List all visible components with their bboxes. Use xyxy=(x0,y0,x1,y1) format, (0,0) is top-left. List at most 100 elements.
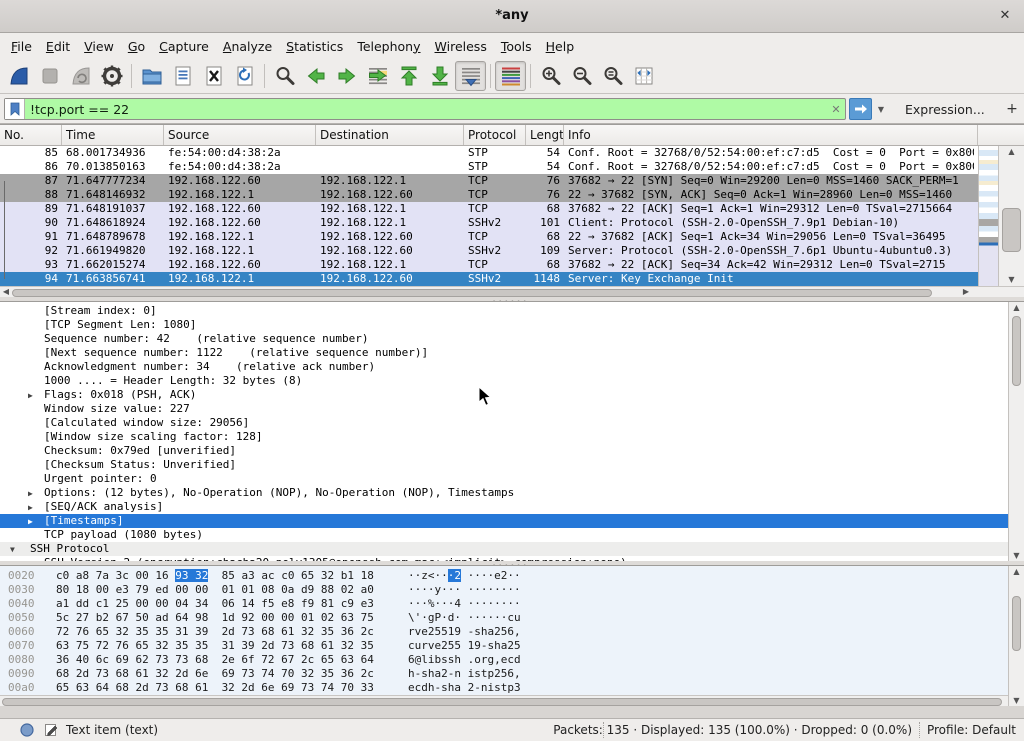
ascii-bytes[interactable]: \'·gP·d· ······cu xyxy=(408,611,521,625)
capture-comment-icon[interactable] xyxy=(44,723,58,740)
menu-telephony[interactable]: Telephony xyxy=(350,36,427,57)
packet-row[interactable]: 8568.001734936fe:54:00:d4:38:2aSTP54Conf… xyxy=(0,146,978,160)
ascii-bytes[interactable]: curve255 19-sha25 xyxy=(408,639,521,653)
menu-statistics[interactable]: Statistics xyxy=(279,36,350,57)
packet-row[interactable]: 9171.648789678192.168.122.1192.168.122.6… xyxy=(0,230,978,244)
detail-line[interactable]: Sequence number: 42 (relative sequence n… xyxy=(0,332,1008,346)
packet-row[interactable]: 8771.647777234192.168.122.60192.168.122.… xyxy=(0,174,978,188)
menu-tools[interactable]: Tools xyxy=(494,36,539,57)
start-capture-button[interactable] xyxy=(3,61,34,91)
go-to-packet-button[interactable] xyxy=(362,61,393,91)
column-header-destination[interactable]: Destination xyxy=(316,125,464,145)
hex-bytes[interactable]: a1 dd c1 25 00 00 04 34 06 14 f5 e8 f9 8… xyxy=(56,597,374,611)
hex-row[interactable]: 0020c0 a8 7a 3c 00 16 93 32 85 a3 ac c0 … xyxy=(0,569,1024,583)
ascii-bytes[interactable]: ecdh-sha 2-nistp3 xyxy=(408,681,521,695)
ascii-bytes[interactable]: ····y··· ········ xyxy=(408,583,521,597)
hex-row[interactable]: 003080 18 00 e3 79 ed 00 00 01 01 08 0a … xyxy=(0,583,1024,597)
bytes-vscrollbar[interactable]: ▲ ▼ xyxy=(1008,566,1024,706)
go-forward-button[interactable] xyxy=(331,61,362,91)
detail-line[interactable]: Checksum: 0x79ed [unverified] xyxy=(0,444,1008,458)
collapsed-arrow-icon[interactable]: ▶ xyxy=(28,487,33,501)
scroll-down-icon[interactable]: ▼ xyxy=(1009,695,1024,706)
filter-apply-button[interactable] xyxy=(849,98,872,120)
hex-bytes[interactable]: 68 2d 73 68 61 32 2d 6e 69 73 74 70 32 3… xyxy=(56,667,374,681)
packet-row[interactable]: 9471.663856741192.168.122.1192.168.122.6… xyxy=(0,272,978,286)
scrollbar-thumb[interactable] xyxy=(2,698,1002,706)
go-last-button[interactable] xyxy=(424,61,455,91)
menu-wireless[interactable]: Wireless xyxy=(428,36,494,57)
packet-row[interactable]: 9071.648618924192.168.122.60192.168.122.… xyxy=(0,216,978,230)
hex-bytes[interactable]: 63 75 72 76 65 32 35 35 31 39 2d 73 68 6… xyxy=(56,639,374,653)
capture-options-button[interactable] xyxy=(96,61,127,91)
menu-capture[interactable]: Capture xyxy=(152,36,216,57)
hex-row[interactable]: 007063 75 72 76 65 32 35 35 31 39 2d 73 … xyxy=(0,639,1024,653)
menu-file[interactable]: File xyxy=(4,36,39,57)
filter-bookmark-icon[interactable] xyxy=(5,99,25,119)
hex-bytes[interactable]: 65 63 64 68 2d 73 68 61 32 2d 6e 69 73 7… xyxy=(56,681,374,695)
expert-info-icon[interactable] xyxy=(20,723,34,740)
menu-analyze[interactable]: Analyze xyxy=(216,36,279,57)
go-first-button[interactable] xyxy=(393,61,424,91)
column-header-length[interactable]: Length xyxy=(526,125,564,145)
display-filter-input[interactable]: !tcp.port == 22 ✕ xyxy=(4,98,846,120)
hex-row[interactable]: 0040a1 dd c1 25 00 00 04 34 06 14 f5 e8 … xyxy=(0,597,1024,611)
stop-capture-button[interactable] xyxy=(34,61,65,91)
zoom-out-button[interactable] xyxy=(566,61,597,91)
collapsed-arrow-icon[interactable]: ▶ xyxy=(28,389,33,403)
packet-list-vscrollbar[interactable]: ▲ ▼ xyxy=(998,146,1024,286)
packet-row[interactable]: 9371.662015274192.168.122.60192.168.122.… xyxy=(0,258,978,272)
collapsed-arrow-icon[interactable]: ▶ xyxy=(28,501,33,515)
hex-bytes[interactable]: 72 76 65 32 35 35 31 39 2d 73 68 61 32 3… xyxy=(56,625,374,639)
column-header-no[interactable]: No. xyxy=(0,125,62,145)
hex-row[interactable]: 00505c 27 b2 67 50 ad 64 98 1d 92 00 00 … xyxy=(0,611,1024,625)
detail-line[interactable]: [Calculated window size: 29056] xyxy=(0,416,1008,430)
expression-button[interactable]: Expression... xyxy=(905,102,985,117)
detail-line[interactable]: ▶[SEQ/ACK analysis] xyxy=(0,500,1008,514)
detail-line[interactable]: ▶[Timestamps] xyxy=(0,514,1008,528)
ascii-bytes[interactable]: ··z<···2 ····e2·· xyxy=(408,569,521,583)
detail-line[interactable]: Window size value: 227 xyxy=(0,402,1008,416)
bytes-hscrollbar[interactable] xyxy=(0,695,1008,706)
detail-line[interactable]: ▶Options: (12 bytes), No-Operation (NOP)… xyxy=(0,486,1008,500)
packet-row[interactable]: 8871.648146932192.168.122.1192.168.122.6… xyxy=(0,188,978,202)
intelligent-scrollbar-minimap[interactable] xyxy=(978,146,998,286)
scrollbar-thumb[interactable] xyxy=(1012,316,1021,386)
detail-line[interactable]: ▶Flags: 0x018 (PSH, ACK) xyxy=(0,388,1008,402)
scroll-down-icon[interactable]: ▼ xyxy=(1009,550,1024,561)
hex-bytes[interactable]: 80 18 00 e3 79 ed 00 00 01 01 08 0a d9 8… xyxy=(56,583,374,597)
detail-line[interactable]: [Window size scaling factor: 128] xyxy=(0,430,1008,444)
expanded-arrow-icon[interactable]: ▼ xyxy=(10,543,15,557)
column-header-protocol[interactable]: Protocol xyxy=(464,125,526,145)
detail-line[interactable]: [Checksum Status: Unverified] xyxy=(0,458,1008,472)
menu-help[interactable]: Help xyxy=(539,36,582,57)
filter-clear-icon[interactable]: ✕ xyxy=(827,103,845,116)
menu-go[interactable]: Go xyxy=(121,36,152,57)
detail-line[interactable]: ▼SSH Protocol xyxy=(0,542,1008,556)
detail-line[interactable]: [Next sequence number: 1122 (relative se… xyxy=(0,346,1008,360)
restart-capture-button[interactable] xyxy=(65,61,96,91)
packet-row[interactable]: 9271.661949820192.168.122.1192.168.122.6… xyxy=(0,244,978,258)
colorize-button[interactable] xyxy=(495,61,526,91)
title-bar[interactable]: *any ✕ xyxy=(0,0,1024,33)
detail-line[interactable]: TCP payload (1080 bytes) xyxy=(0,528,1008,542)
resize-columns-button[interactable] xyxy=(628,61,659,91)
hex-row[interactable]: 009068 2d 73 68 61 32 2d 6e 69 73 74 70 … xyxy=(0,667,1024,681)
find-packet-button[interactable] xyxy=(269,61,300,91)
collapsed-arrow-icon[interactable]: ▶ xyxy=(28,515,33,529)
menu-edit[interactable]: Edit xyxy=(39,36,77,57)
scroll-up-icon[interactable]: ▲ xyxy=(999,146,1024,158)
scrollbar-thumb[interactable] xyxy=(12,289,932,297)
close-window-button[interactable]: ✕ xyxy=(996,7,1014,25)
ascii-bytes[interactable]: ···%···4 ········ xyxy=(408,597,521,611)
profile-label[interactable]: Profile: Default xyxy=(927,723,1016,737)
detail-line[interactable]: [TCP Segment Len: 1080] xyxy=(0,318,1008,332)
hex-row[interactable]: 00a065 63 64 68 2d 73 68 61 32 2d 6e 69 … xyxy=(0,681,1024,695)
hex-bytes[interactable]: 5c 27 b2 67 50 ad 64 98 1d 92 00 00 01 0… xyxy=(56,611,374,625)
close-file-button[interactable] xyxy=(198,61,229,91)
ascii-bytes[interactable]: h-sha2-n istp256, xyxy=(408,667,521,681)
scroll-up-icon[interactable]: ▲ xyxy=(1009,566,1024,578)
zoom-in-button[interactable] xyxy=(535,61,566,91)
column-header-source[interactable]: Source xyxy=(164,125,316,145)
menu-view[interactable]: View xyxy=(77,36,121,57)
go-back-button[interactable] xyxy=(300,61,331,91)
